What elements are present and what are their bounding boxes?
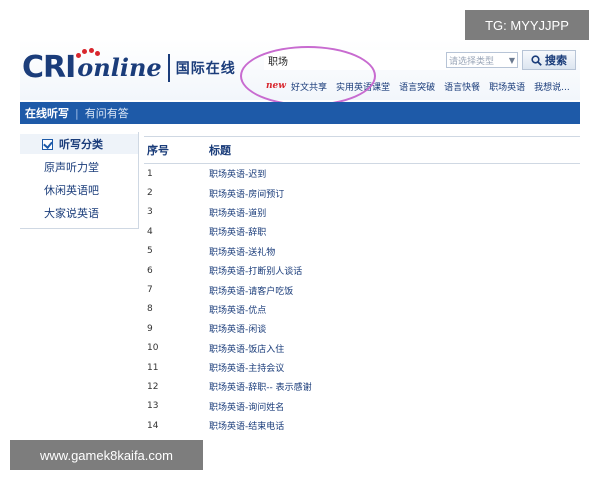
quicklink-language-snack[interactable]: 语言快餐 bbox=[444, 80, 480, 93]
logo-divider bbox=[167, 54, 170, 82]
table-body: 1 职场英语-迟到 2 职场英语-房间预订 3 职场英语-道别 4 职场英语-辞职 5 职场英语-… bbox=[144, 164, 580, 435]
row-number: 14 bbox=[147, 420, 159, 431]
row-number: 1 bbox=[147, 168, 153, 179]
lesson-title-link[interactable]: 职场英语-道别 bbox=[209, 206, 266, 219]
lesson-title-link[interactable]: 职场英语-优点 bbox=[209, 303, 266, 316]
screenshot: CRI online 国际在线 请选择类型 ▼ 搜索 bbox=[20, 40, 580, 440]
row-number: 12 bbox=[147, 381, 159, 392]
header-number: 序号 bbox=[147, 144, 169, 157]
row-number: 8 bbox=[147, 304, 153, 315]
table-row[interactable]: 12 职场英语-辞职-- 表示感谢 bbox=[144, 377, 580, 396]
quicklink-practical-english[interactable]: 实用英语课堂 bbox=[336, 80, 390, 93]
table-row[interactable]: 8 职场英语-优点 bbox=[144, 300, 580, 319]
row-number: 13 bbox=[147, 401, 159, 412]
row-number: 2 bbox=[147, 188, 153, 199]
lesson-title-link[interactable]: 职场英语-辞职-- 表示感谢 bbox=[209, 380, 312, 393]
table-row[interactable]: 10 职场英语-饭店入住 bbox=[144, 339, 580, 358]
lesson-table: 序号 标题 1 职场英语-迟到 2 职场英语-房间预订 3 职场英语-道别 4 职场英语-辞职… bbox=[144, 136, 580, 435]
new-badge: new bbox=[266, 81, 287, 91]
table-row[interactable]: 4 职场英语-辞职 bbox=[144, 222, 580, 241]
lesson-title-link[interactable]: 职场英语-饭店入住 bbox=[209, 342, 284, 355]
row-number: 4 bbox=[147, 226, 153, 237]
table-row[interactable]: 14 职场英语-结束电话 bbox=[144, 416, 580, 435]
sidebar-title: 听写分类 bbox=[20, 134, 138, 154]
lesson-title-link[interactable]: 职场英语-闲谈 bbox=[209, 322, 266, 335]
logo-online: online bbox=[76, 48, 162, 86]
checkbox-icon bbox=[42, 138, 53, 150]
search-type-placeholder: 请选择类型 bbox=[449, 56, 495, 67]
sidebar-title-label: 听写分类 bbox=[59, 138, 103, 151]
row-number: 9 bbox=[147, 323, 153, 334]
nav-q-and-a[interactable]: 有问有答 bbox=[85, 105, 129, 121]
main-navbar: 在线听写 | 有问有答 bbox=[20, 102, 580, 124]
lesson-title-link[interactable]: 职场英语-辞职 bbox=[209, 225, 266, 238]
sidebar-item-everyone-speaks[interactable]: 大家说英语 bbox=[20, 202, 138, 225]
row-number: 11 bbox=[147, 362, 159, 373]
lesson-title-link[interactable]: 职场英语-打断别人谈话 bbox=[209, 264, 302, 277]
quicklink-workplace-english[interactable]: 职场英语 bbox=[489, 80, 525, 93]
row-number: 6 bbox=[147, 265, 153, 276]
nav-separator: | bbox=[75, 106, 79, 120]
row-number: 10 bbox=[147, 343, 159, 354]
logo-chinese-name: 国际在线 bbox=[175, 61, 236, 77]
table-row[interactable]: 5 职场英语-送礼物 bbox=[144, 242, 580, 261]
quicklink-good-articles[interactable]: 好文共享 bbox=[291, 80, 327, 93]
sidebar-item-original-listening[interactable]: 原声听力堂 bbox=[20, 156, 138, 179]
search-type-select[interactable]: 请选择类型 ▼ bbox=[446, 52, 518, 68]
lesson-title-link[interactable]: 职场英语-主持会议 bbox=[209, 361, 284, 374]
lesson-title-link[interactable]: 职场英语-询问姓名 bbox=[209, 400, 284, 413]
header-title: 标题 bbox=[209, 144, 231, 157]
sidebar: 听写分类 原声听力堂 休闲英语吧 大家说英语 bbox=[20, 132, 139, 229]
lesson-title-link[interactable]: 职场英语-结束电话 bbox=[209, 419, 284, 432]
table-row[interactable]: 7 职场英语-请客户吃饭 bbox=[144, 280, 580, 299]
quicklink-i-want-to-say[interactable]: 我想说... bbox=[534, 80, 570, 93]
quicklink-language-breakthrough[interactable]: 语言突破 bbox=[399, 80, 435, 93]
tg-watermark: TG: MYYJJPP bbox=[465, 10, 589, 40]
cri-logo[interactable]: CRI online 国际在线 bbox=[22, 48, 236, 86]
table-row[interactable]: 13 职场英语-询问姓名 bbox=[144, 397, 580, 416]
table-row[interactable]: 2 职场英语-房间预订 bbox=[144, 183, 580, 202]
quick-links: new 好文共享 实用英语课堂 语言突破 语言快餐 职场英语 我想说... bbox=[266, 78, 579, 94]
chevron-down-icon: ▼ bbox=[508, 55, 515, 65]
lesson-title-link[interactable]: 职场英语-房间预订 bbox=[209, 187, 284, 200]
lesson-title-link[interactable]: 职场英语-请客户吃饭 bbox=[209, 284, 293, 297]
search-icon bbox=[531, 54, 542, 66]
table-row[interactable]: 6 职场英语-打断别人谈话 bbox=[144, 261, 580, 280]
row-number: 3 bbox=[147, 207, 153, 218]
sidebar-item-casual-english[interactable]: 休闲英语吧 bbox=[20, 179, 138, 202]
table-row[interactable]: 11 职场英语-主持会议 bbox=[144, 358, 580, 377]
table-row[interactable]: 1 职场英语-迟到 bbox=[144, 164, 580, 183]
site-header: CRI online 国际在线 请选择类型 ▼ 搜索 bbox=[20, 40, 580, 106]
search-button[interactable]: 搜索 bbox=[522, 50, 576, 70]
row-number: 5 bbox=[147, 246, 153, 257]
table-row[interactable]: 3 职场英语-道别 bbox=[144, 203, 580, 222]
table-header: 序号 标题 bbox=[144, 136, 580, 164]
nav-online-dictation[interactable]: 在线听写 bbox=[25, 105, 69, 121]
logo-dots-icon bbox=[73, 48, 103, 60]
logo-brand: CRI bbox=[22, 50, 76, 85]
search-button-label: 搜索 bbox=[545, 54, 567, 67]
row-number: 7 bbox=[147, 285, 153, 296]
search-input[interactable] bbox=[264, 50, 450, 70]
lesson-title-link[interactable]: 职场英语-迟到 bbox=[209, 167, 266, 180]
site-watermark: www.gamek8kaifa.com bbox=[10, 440, 203, 470]
lesson-title-link[interactable]: 职场英语-送礼物 bbox=[209, 245, 275, 258]
table-row[interactable]: 9 职场英语-闲谈 bbox=[144, 319, 580, 338]
